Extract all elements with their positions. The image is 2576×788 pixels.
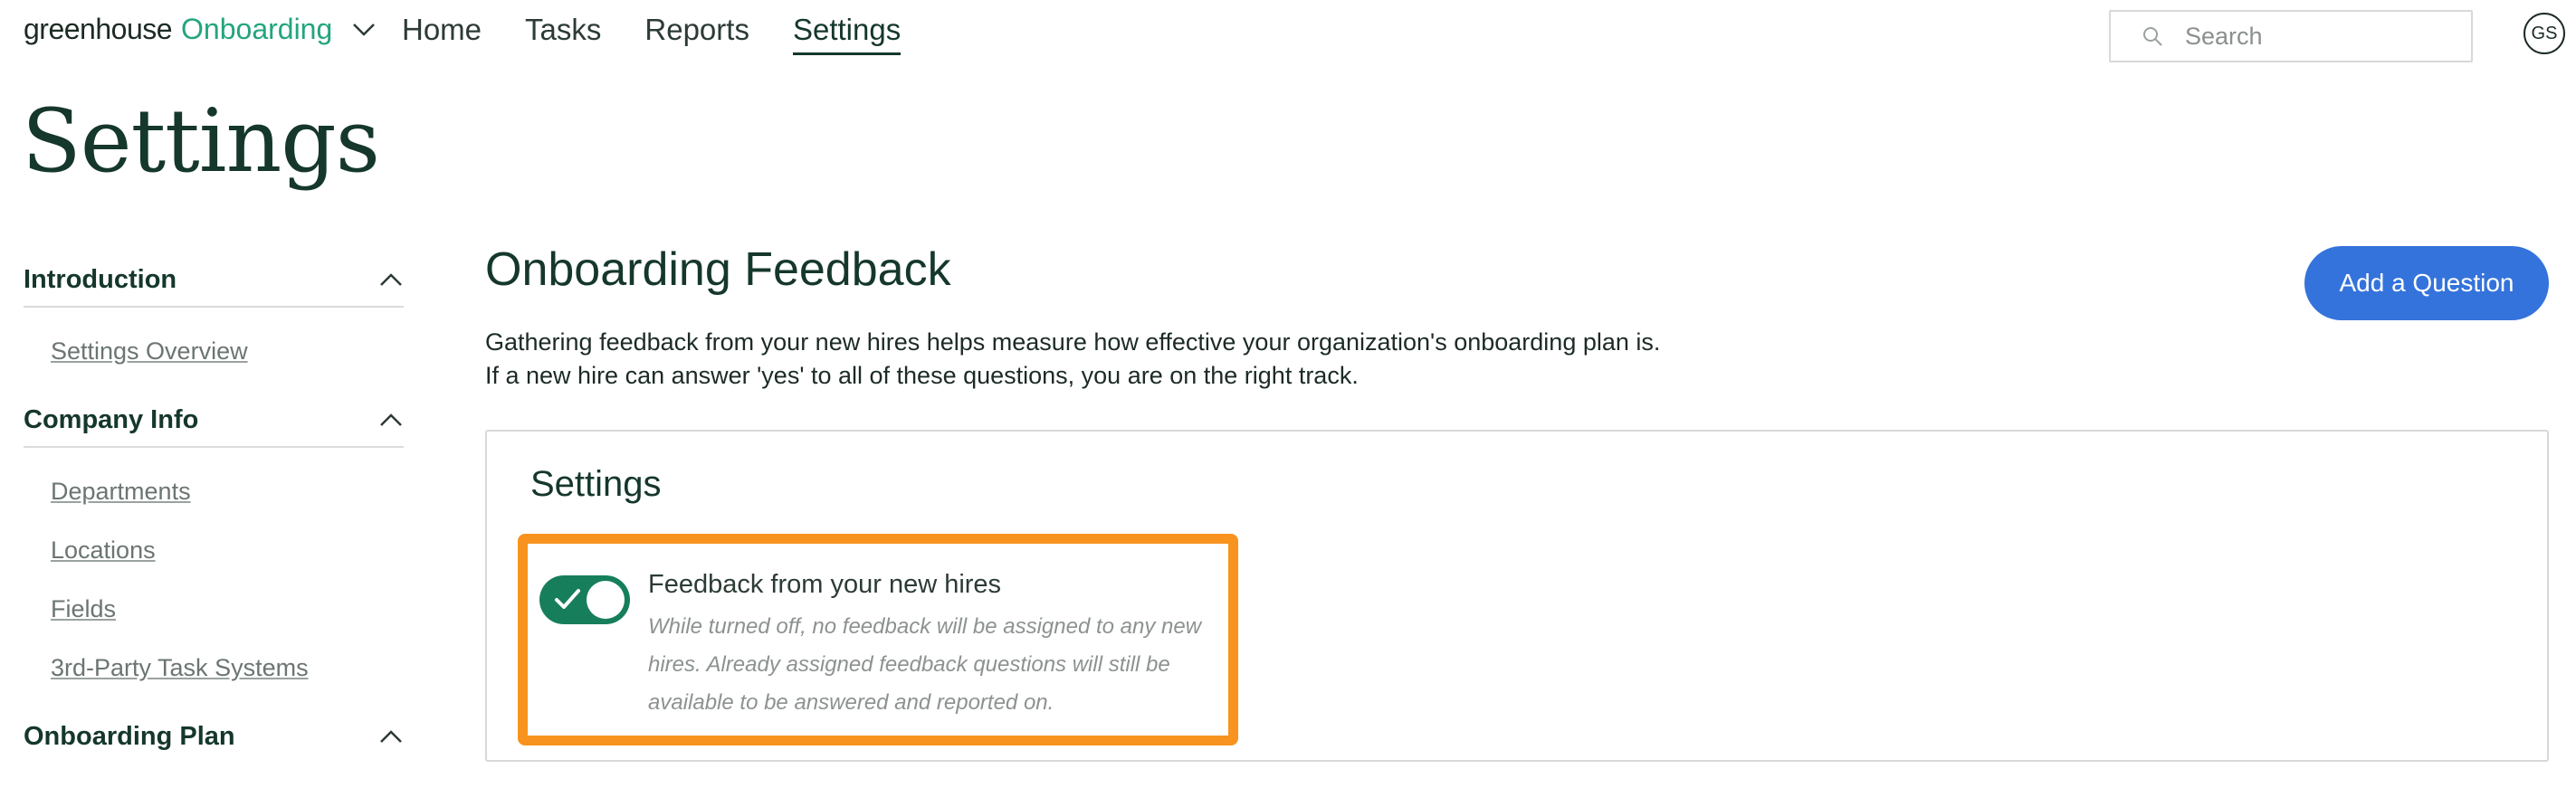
sidebar-item-settings-overview[interactable]: Settings Overview [24,322,404,381]
feedback-help-text: While turned off, no feedback will be as… [648,614,1202,715]
sidebar-section-onboarding-plan[interactable]: Onboarding Plan [24,710,404,763]
search-input[interactable] [2183,21,2458,52]
sidebar-item-3rd-party-task-systems[interactable]: 3rd-Party Task Systems [24,639,404,698]
sidebar: Introduction Settings Overview Company I… [24,253,404,763]
sidebar-item-fields[interactable]: Fields [24,580,404,639]
nav-settings[interactable]: Settings [792,13,902,55]
nav-reports[interactable]: Reports [644,13,749,55]
checkmark-icon [554,586,581,613]
search-icon [2140,24,2165,49]
description-line-2: If a new hire can answer 'yes' to all of… [485,362,1359,389]
sidebar-item-locations[interactable]: Locations [24,521,404,580]
description-line-1: Gathering feedback from your new hires h… [485,328,1661,356]
feedback-toggle[interactable] [539,575,630,624]
nav-tasks[interactable]: Tasks [525,13,601,55]
section-description: Gathering feedback from your new hires h… [485,326,1660,393]
page-title: Settings [22,90,380,192]
chevron-up-icon[interactable] [378,267,404,292]
section-title: Onboarding Feedback [485,243,951,296]
top-nav: Home Tasks Reports Settings [402,13,902,55]
sidebar-item-departments[interactable]: Departments [24,462,404,521]
sidebar-section-title: Onboarding Plan [24,721,235,751]
divider [24,446,404,448]
chevron-up-icon[interactable] [378,407,404,432]
feedback-label: Feedback from your new hires [648,570,1002,599]
add-question-button[interactable]: Add a Question [2304,246,2549,320]
brand-logo[interactable]: greenhouse Onboarding [24,13,379,46]
sidebar-section-company-info[interactable]: Company Info [24,394,404,446]
chevron-up-icon[interactable] [378,724,404,749]
search-box[interactable] [2109,10,2473,62]
sidebar-section-title: Company Info [24,404,199,434]
divider [24,306,404,308]
nav-home[interactable]: Home [402,13,482,55]
sidebar-section-title: Introduction [24,264,177,294]
brand-name: greenhouse [24,13,173,45]
toggle-knob [587,581,625,619]
chevron-down-icon[interactable] [348,14,379,45]
avatar[interactable]: GS [2524,13,2565,54]
brand-product: Onboarding [181,13,333,45]
sidebar-section-introduction[interactable]: Introduction [24,253,404,306]
panel-title: Settings [530,464,662,504]
